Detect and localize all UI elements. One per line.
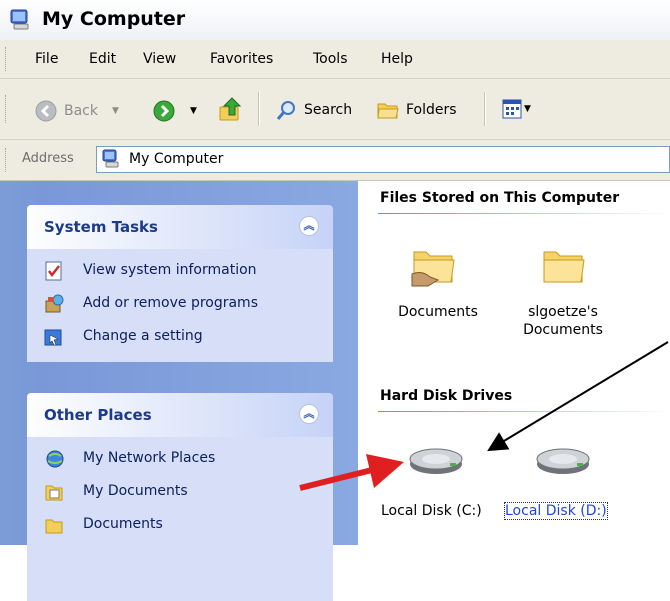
views-button[interactable]: ▼ <box>502 99 531 119</box>
back-arrow-icon <box>35 100 57 122</box>
folder-label: slgoetze's Documents <box>523 304 603 338</box>
collapse-chevron-icon[interactable]: ︽ <box>299 404 319 424</box>
back-button[interactable]: Back ▼ <box>34 99 119 123</box>
system-tasks-header[interactable]: System Tasks ︽ <box>27 205 333 249</box>
task-view-system-information[interactable]: View system information <box>27 255 333 288</box>
forward-dropdown-icon[interactable]: ▼ <box>190 106 197 116</box>
menu-favorites[interactable]: Favorites <box>210 51 273 67</box>
system-info-icon <box>44 261 64 281</box>
system-tasks-list: View system information Add or remove pr… <box>27 249 333 362</box>
views-dropdown-icon[interactable]: ▼ <box>524 104 531 114</box>
collapse-chevron-icon[interactable]: ︽ <box>299 216 319 236</box>
drive-label: Local Disk (C:) <box>381 503 482 519</box>
toolbar-grip[interactable] <box>5 95 9 123</box>
system-tasks-panel: System Tasks ︽ View system information A… <box>27 205 333 362</box>
system-tasks-title: System Tasks <box>44 218 158 236</box>
folder-user-documents[interactable] <box>540 244 586 288</box>
other-places-title: Other Places <box>44 406 152 424</box>
search-button[interactable]: Search <box>276 99 352 121</box>
hard-drive-icon <box>536 448 590 474</box>
forward-button[interactable]: ▼ <box>152 99 197 123</box>
address-field[interactable]: My Computer <box>96 146 670 173</box>
other-places-panel: Other Places ︽ My Network Places My Docu… <box>27 393 333 601</box>
my-documents-icon <box>44 482 64 502</box>
up-folder-icon <box>219 97 242 121</box>
window-title: My Computer <box>42 8 186 30</box>
toolbar-separator <box>258 92 260 126</box>
drive-c[interactable] <box>406 445 466 477</box>
task-label: View system information <box>83 262 257 278</box>
folders-icon <box>377 103 399 119</box>
section-divider <box>378 213 670 214</box>
network-places-icon <box>44 449 64 469</box>
task-pane: System Tasks ︽ View system information A… <box>0 181 358 601</box>
computer-icon <box>8 8 34 32</box>
files-section-title: Files Stored on This Computer <box>380 190 620 206</box>
place-label: My Documents <box>83 483 188 499</box>
add-remove-programs-icon <box>44 294 64 314</box>
search-label: Search <box>304 102 353 118</box>
forward-arrow-icon <box>153 100 175 122</box>
content-pane: Files Stored on This Computer Documents … <box>358 181 670 545</box>
hard-drive-icon <box>409 448 463 474</box>
computer-icon <box>101 149 121 169</box>
address-value: My Computer <box>129 151 224 167</box>
folders-button[interactable]: Folders <box>376 99 457 121</box>
menubar-grip[interactable] <box>5 47 9 71</box>
task-add-remove-programs[interactable]: Add or remove programs <box>27 288 333 321</box>
title-bar: My Computer <box>0 0 670 41</box>
addressbar-grip[interactable] <box>5 148 9 172</box>
toolbar-separator <box>484 92 486 126</box>
place-my-network-places[interactable]: My Network Places <box>27 443 333 476</box>
other-places-header[interactable]: Other Places ︽ <box>27 393 333 437</box>
control-panel-icon <box>44 327 64 347</box>
folders-label: Folders <box>406 102 457 118</box>
folder-documents[interactable] <box>410 244 456 288</box>
menu-tools[interactable]: Tools <box>313 51 348 67</box>
menu-bar: File Edit View Favorites Tools Help <box>0 40 670 79</box>
folder-icon <box>44 515 64 535</box>
address-bar: Address My Computer <box>0 140 670 181</box>
place-label: Documents <box>83 516 163 532</box>
place-label: My Network Places <box>83 450 216 466</box>
folder-icon <box>543 251 585 283</box>
task-label: Add or remove programs <box>83 295 258 311</box>
views-grid-icon <box>502 99 522 119</box>
drive-d[interactable] <box>533 445 593 477</box>
task-change-setting[interactable]: Change a setting <box>27 321 333 354</box>
task-label: Change a setting <box>83 328 203 344</box>
shared-folder-icon <box>411 251 455 287</box>
menu-edit[interactable]: Edit <box>89 51 116 67</box>
menu-file[interactable]: File <box>35 51 58 67</box>
other-places-list: My Network Places My Documents Documents <box>27 437 333 601</box>
menu-view[interactable]: View <box>143 51 176 67</box>
menu-help[interactable]: Help <box>381 51 413 67</box>
up-folder-button[interactable] <box>218 95 244 123</box>
back-dropdown-icon[interactable]: ▼ <box>112 106 119 116</box>
section-divider <box>378 411 670 412</box>
place-documents[interactable]: Documents <box>27 509 333 542</box>
back-label: Back <box>64 103 98 119</box>
search-icon <box>276 101 295 120</box>
drive-label-selected: Local Disk (D:) <box>504 502 608 520</box>
drives-section-title: Hard Disk Drives <box>380 388 513 404</box>
place-my-documents[interactable]: My Documents <box>27 476 333 509</box>
toolbar: Back ▼ ▼ Search Folders ▼ <box>0 79 670 140</box>
address-label: Address <box>22 151 74 166</box>
folder-label: Documents <box>398 304 478 320</box>
